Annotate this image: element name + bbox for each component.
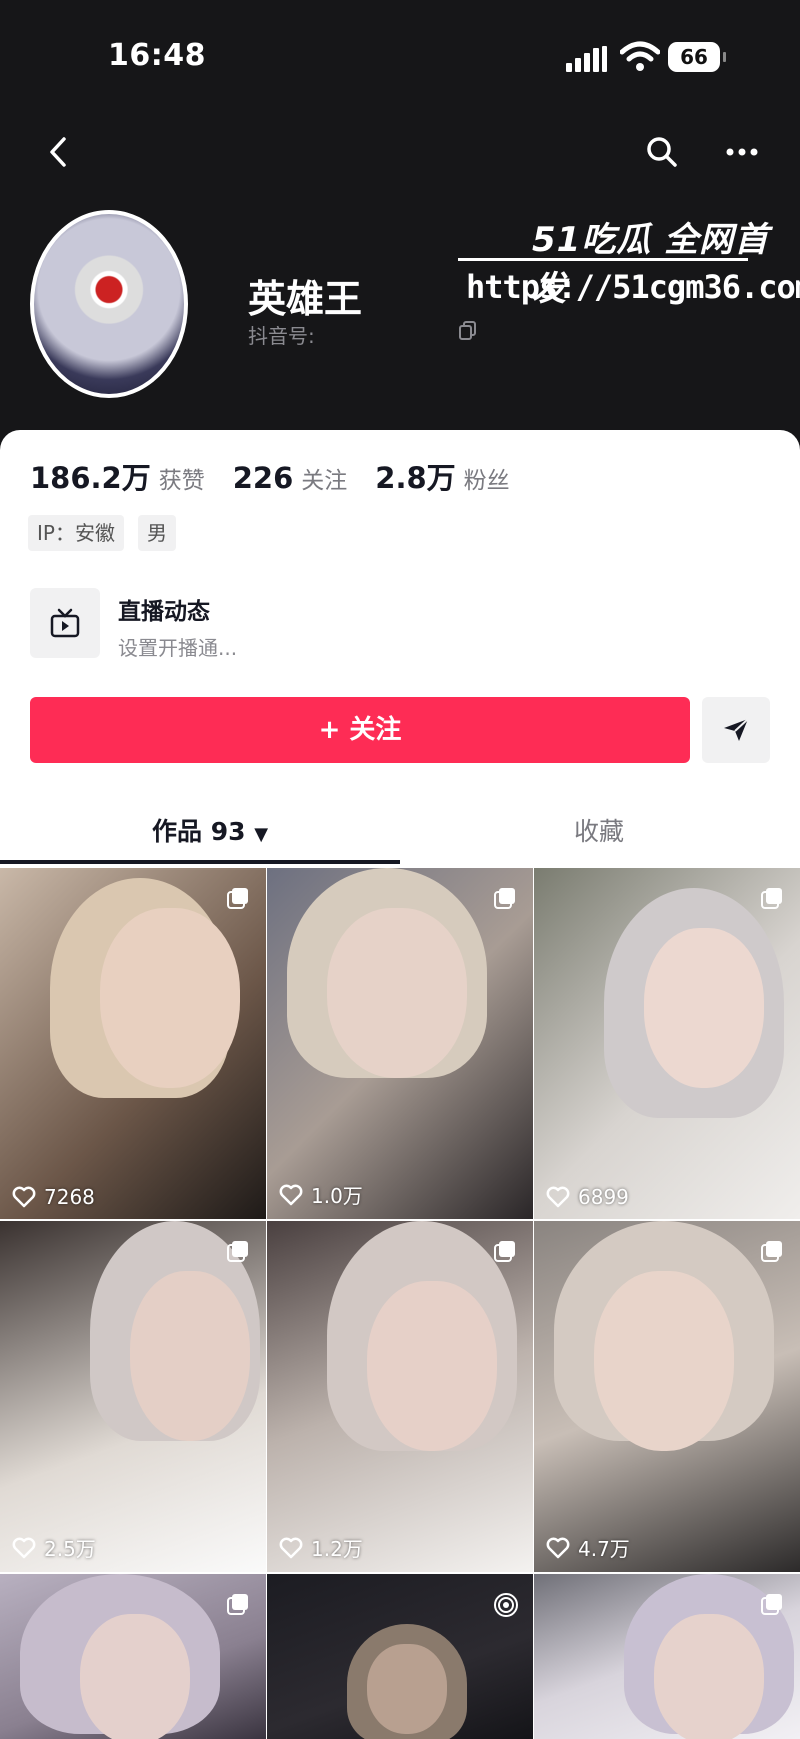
multi-image-icon	[760, 1239, 784, 1263]
heart-icon	[12, 1186, 36, 1208]
like-count: 6899	[546, 1185, 629, 1209]
video-tile[interactable]: 2.5万	[0, 1221, 266, 1572]
battery-indicator: 66	[668, 42, 726, 72]
watermark-line	[458, 258, 748, 261]
live-ring-icon	[493, 1592, 518, 1617]
like-count: 7268	[12, 1185, 95, 1209]
cellular-signal-icon	[566, 46, 608, 72]
live-title[interactable]: 直播动态	[118, 592, 210, 626]
stat-label: 获赞	[158, 468, 205, 494]
multi-image-icon	[226, 886, 250, 910]
like-count: 1.0万	[279, 1180, 363, 1209]
more-icon[interactable]	[720, 130, 764, 174]
send-icon	[724, 718, 749, 741]
live-subtitle: 设置开播通...	[118, 636, 238, 660]
multi-image-icon	[226, 1592, 250, 1616]
stat-value: 226	[232, 461, 294, 495]
multi-image-icon	[226, 1239, 250, 1263]
ip-location-tag: IP：安徽	[28, 515, 124, 551]
chevron-down-icon: ▼	[254, 824, 269, 845]
multi-image-icon	[760, 886, 784, 910]
like-count: 2.5万	[12, 1533, 96, 1562]
video-grid: 7268 1.0万 6899 2.5万 1.2万 4.7万	[0, 868, 800, 1739]
stat-label: 粉丝	[463, 468, 510, 494]
video-tile[interactable]: 1.0万	[267, 868, 533, 1219]
copy-icon[interactable]	[458, 320, 478, 342]
video-tile[interactable]	[534, 1574, 800, 1739]
heart-icon	[279, 1184, 303, 1205]
like-count-value: 2.5万	[44, 1537, 96, 1561]
like-count-value: 7268	[44, 1185, 95, 1209]
share-button[interactable]	[702, 697, 770, 763]
profile-name: 英雄王	[248, 277, 363, 321]
multi-image-icon	[493, 886, 517, 910]
search-icon[interactable]	[640, 130, 684, 174]
like-count: 4.7万	[546, 1533, 630, 1562]
multi-image-icon	[760, 1592, 784, 1616]
video-tile[interactable]: 7268	[0, 868, 266, 1219]
like-count-value: 1.2万	[311, 1537, 363, 1561]
gender-tag: 男	[138, 515, 176, 551]
heart-icon	[546, 1186, 570, 1208]
video-tile[interactable]: 4.7万	[534, 1221, 800, 1572]
stat-label: 关注	[301, 468, 348, 494]
live-tv-icon[interactable]	[30, 588, 100, 658]
tab-favorites[interactable]: 收藏	[574, 812, 624, 848]
avatar[interactable]	[30, 210, 188, 398]
watermark-url: https://51cgm36.com	[466, 268, 800, 306]
stat-value: 2.8万	[375, 461, 456, 495]
video-tile[interactable]	[267, 1574, 533, 1739]
douyin-id-label: 抖音号:	[248, 324, 315, 348]
wifi-icon	[619, 40, 661, 74]
multi-image-icon	[493, 1239, 517, 1263]
tab-underline	[0, 860, 400, 864]
tab-works[interactable]: 作品 93 ▼	[152, 812, 268, 848]
video-tile[interactable]	[0, 1574, 266, 1739]
back-arrow-icon[interactable]	[36, 130, 80, 174]
stat-likes[interactable]: 186.2万 获赞	[30, 455, 205, 497]
tab-works-label: 作品 93	[152, 817, 246, 846]
like-count-value: 1.0万	[311, 1184, 363, 1208]
heart-icon	[12, 1537, 36, 1558]
like-count-value: 6899	[578, 1185, 629, 1209]
heart-icon	[279, 1537, 303, 1558]
stat-following[interactable]: 226 关注	[233, 461, 348, 495]
video-tile[interactable]: 1.2万	[267, 1221, 533, 1572]
stats-row: 186.2万 获赞 226 关注 2.8万 粉丝	[30, 455, 510, 497]
like-count-value: 4.7万	[578, 1537, 630, 1561]
video-tile[interactable]: 6899	[534, 868, 800, 1219]
follow-button[interactable]: + 关注	[30, 697, 690, 763]
like-count: 1.2万	[279, 1533, 363, 1562]
stat-followers[interactable]: 2.8万 粉丝	[375, 455, 509, 497]
status-time: 16:48	[108, 38, 206, 73]
stat-value: 186.2万	[30, 461, 151, 495]
heart-icon	[546, 1537, 570, 1558]
